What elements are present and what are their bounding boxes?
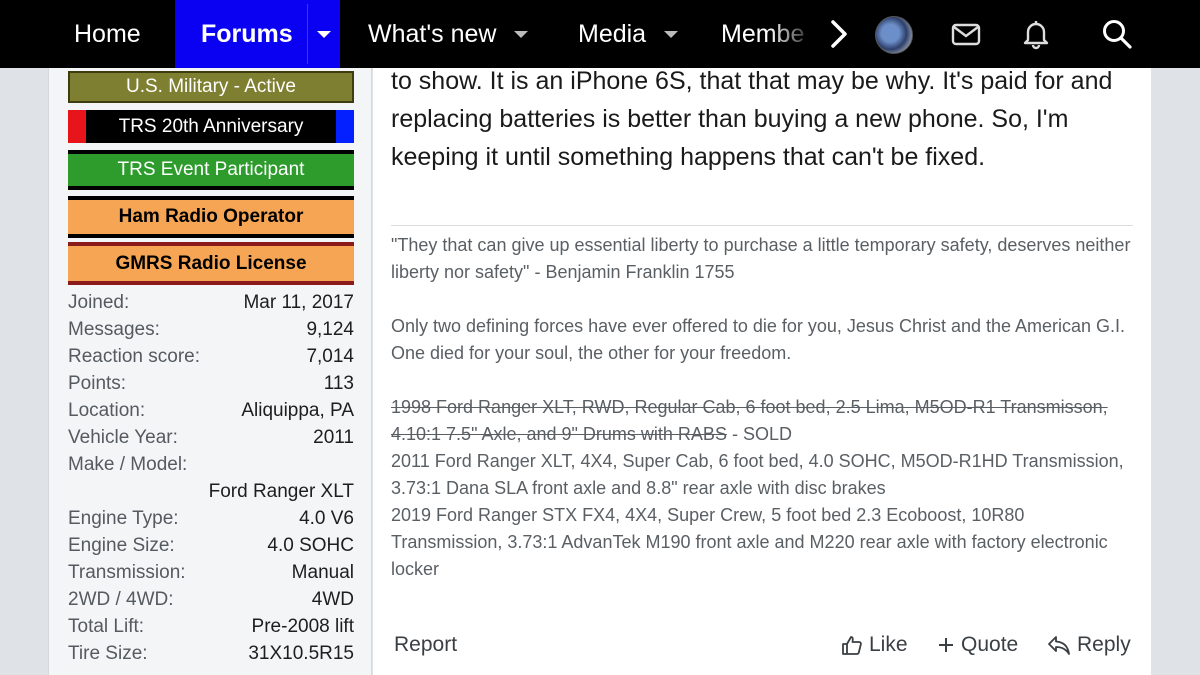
stat-value: 4WD xyxy=(311,589,354,610)
nav-whats-new-label: What's new xyxy=(368,19,497,48)
nav-forums-label: Forums xyxy=(201,19,293,48)
stat-value: Aliquippa, PA xyxy=(241,400,354,421)
plus-icon xyxy=(939,638,953,652)
nav-home[interactable]: Home xyxy=(74,0,141,68)
stat-row-points: Points: 113 xyxy=(68,373,354,400)
banner-20th-label: TRS 20th Anniversary xyxy=(118,115,304,137)
thumbs-up-icon xyxy=(842,636,862,655)
banner-gmrs: GMRS Radio License xyxy=(68,242,354,285)
chevron-right-icon[interactable] xyxy=(826,18,852,50)
stat-row-total-lift: Total Lift: Pre-2008 lift xyxy=(68,616,354,643)
stat-value: 4.0 V6 xyxy=(299,508,354,529)
stat-key: 2WD / 4WD: xyxy=(68,589,174,610)
reply-icon xyxy=(1048,636,1070,655)
stat-value: Mar 11, 2017 xyxy=(243,292,354,313)
user-info-panel: U.S. Military - Active TRS 20th Annivers… xyxy=(48,68,372,675)
banner-blue-stripe xyxy=(336,110,354,143)
report-link[interactable]: Report xyxy=(394,633,457,657)
stat-value: Manual xyxy=(291,562,354,583)
user-avatar[interactable] xyxy=(875,16,913,54)
stat-row-make-model: Make / Model: xyxy=(68,454,354,481)
signature-truck-3: 2019 Ford Ranger STX FX4, 4X4, Super Cre… xyxy=(391,505,1108,579)
stat-row-joined: Joined: Mar 11, 2017 xyxy=(68,292,354,319)
message-content: to show. It is an iPhone 6S, that that m… xyxy=(373,67,1151,675)
top-navigation: Home Forums What's new Media Membe xyxy=(0,0,1200,68)
signature-truck-1: 1998 Ford Ranger XLT, RWD, Regular Cab, … xyxy=(391,394,1136,448)
signature-quote: "They that can give up essential liberty… xyxy=(391,235,1131,282)
quote-button[interactable]: Quote xyxy=(937,633,1018,657)
stat-row-location: Location: Aliquippa, PA xyxy=(68,400,354,427)
banner-military: U.S. Military - Active xyxy=(68,71,354,103)
stat-row-transmission: Transmission: Manual xyxy=(68,562,354,589)
whats-new-dropdown-icon[interactable] xyxy=(514,30,529,38)
signature-divider xyxy=(391,225,1133,226)
signature-truck-2: 2011 Ford Ranger XLT, 4X4, Super Cab, 6 … xyxy=(391,451,1124,498)
media-dropdown-icon[interactable] xyxy=(664,30,679,38)
stat-row-drive: 2WD / 4WD: 4WD xyxy=(68,589,354,616)
stat-key: Total Lift: xyxy=(68,616,145,637)
stat-value: Ford Ranger XLT xyxy=(208,481,354,502)
reply-label: Reply xyxy=(1077,633,1131,656)
banner-ham-radio: Ham Radio Operator xyxy=(68,196,354,238)
stat-row-reaction-score: Reaction score: 7,014 xyxy=(68,346,354,373)
stat-value: 9,124 xyxy=(306,319,354,340)
stat-key: Reaction score: xyxy=(68,346,201,367)
signature-forces: Only two defining forces have ever offer… xyxy=(391,316,1126,363)
search-icon[interactable] xyxy=(1101,18,1133,50)
message-body: to show. It is an iPhone 6S, that that m… xyxy=(391,67,1113,171)
message-actions: Report Like Quote Reply xyxy=(391,633,1133,663)
nav-forums[interactable]: Forums xyxy=(175,0,340,68)
quote-label: Quote xyxy=(961,633,1019,656)
stat-key: Location: xyxy=(68,400,146,421)
nav-media-label: Media xyxy=(578,19,647,48)
stat-value: 7,014 xyxy=(306,346,354,367)
reply-button[interactable]: Reply xyxy=(1047,633,1131,657)
stat-key: Points: xyxy=(68,373,127,394)
stat-row-engine-type: Engine Type: 4.0 V6 xyxy=(68,508,354,535)
stat-row-messages: Messages: 9,124 xyxy=(68,319,354,346)
banner-red-stripe xyxy=(68,110,86,143)
stat-key: Engine Size: xyxy=(68,535,175,556)
nav-whats-new[interactable]: What's new xyxy=(368,0,529,68)
nav-fade xyxy=(770,0,815,68)
stat-value: 2011 xyxy=(313,427,354,448)
stat-value: 31X10.5R15 xyxy=(248,643,354,664)
banner-20th-anniversary: TRS 20th Anniversary xyxy=(68,110,354,143)
like-button[interactable]: Like xyxy=(841,633,908,657)
truck-1-status: - SOLD xyxy=(726,424,792,444)
envelope-icon[interactable] xyxy=(950,18,982,50)
stat-key: Engine Type: xyxy=(68,508,179,529)
stat-value: 4.0 SOHC xyxy=(267,535,354,556)
stat-value: Pre-2008 lift xyxy=(251,616,354,637)
stat-key: Joined: xyxy=(68,292,130,313)
nav-media[interactable]: Media xyxy=(578,0,679,68)
stat-key: Messages: xyxy=(68,319,160,340)
forums-dropdown-icon[interactable] xyxy=(317,31,331,38)
stat-key: Make / Model: xyxy=(68,454,188,475)
stat-row-vehicle-year: Vehicle Year: 2011 xyxy=(68,427,354,454)
stat-key: Tire Size: xyxy=(68,643,148,664)
stat-row-engine-size: Engine Size: 4.0 SOHC xyxy=(68,535,354,562)
nav-split-divider xyxy=(307,4,308,64)
stat-row-tire-size: Tire Size: 31X10.5R15 xyxy=(68,643,354,670)
bell-icon[interactable] xyxy=(1020,18,1052,50)
banner-event-participant: TRS Event Participant xyxy=(68,150,354,190)
like-label: Like xyxy=(869,633,908,656)
stat-value: 113 xyxy=(323,373,354,394)
stat-key: Vehicle Year: xyxy=(68,427,178,448)
stat-row-make-model-value: Ford Ranger XLT xyxy=(68,481,354,508)
stat-key: Transmission: xyxy=(68,562,186,583)
